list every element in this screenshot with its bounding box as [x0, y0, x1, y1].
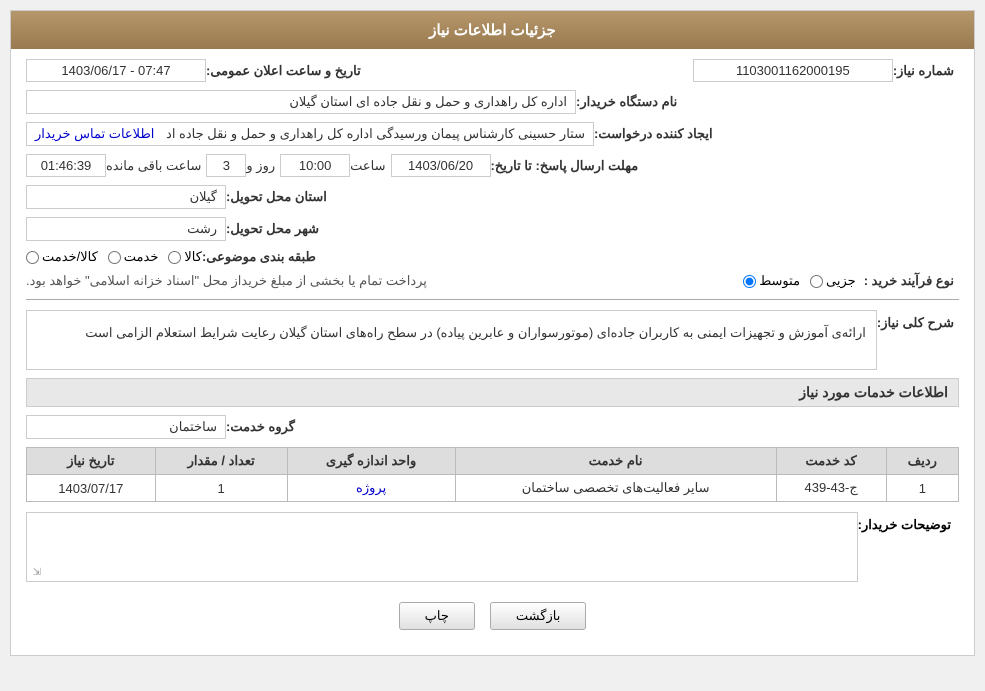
col-quantity: تعداد / مقدار	[155, 448, 287, 475]
cell-service-name: سایر فعالیت‌های تخصصی ساختمان	[455, 475, 776, 502]
city-value: رشت	[26, 217, 226, 241]
creator-value: ستار حسینی کارشناس پیمان ورسیدگی اداره ک…	[26, 122, 594, 146]
col-date: تاریخ نیاز	[27, 448, 156, 475]
category-label: طبقه بندی موضوعی:	[202, 249, 316, 265]
back-button[interactable]: بازگشت	[490, 602, 586, 630]
response-deadline-label: مهلت ارسال پاسخ: تا تاریخ:	[491, 158, 639, 174]
remaining-label: ساعت باقی مانده	[106, 158, 201, 174]
header-title: جزئیات اطلاعات نیاز	[429, 22, 556, 39]
cell-date: 1403/07/17	[27, 475, 156, 502]
col-unit: واحد اندازه گیری	[287, 448, 455, 475]
resize-handle: ⇲	[29, 567, 41, 579]
announcement-date-value: 1403/06/17 - 07:47	[26, 59, 206, 82]
cell-unit: پروژه	[287, 475, 455, 502]
purchase-jozii[interactable]: جزیی	[810, 273, 856, 289]
purchase-type-radio-group: جزیی متوسط	[743, 273, 856, 289]
province-label: استان محل تحویل:	[226, 189, 327, 205]
services-section-title: اطلاعات خدمات مورد نیاز	[26, 378, 959, 407]
remaining-time: 01:46:39	[26, 154, 106, 177]
creator-label: ایجاد کننده درخواست:	[594, 126, 713, 142]
category-kala-label: کالا	[184, 249, 202, 265]
category-kala-khedmat-label: کالا/خدمت	[42, 249, 98, 265]
purchase-jozii-label: جزیی	[826, 273, 856, 289]
response-date: 1403/06/20	[391, 154, 491, 177]
response-days: 3	[206, 154, 246, 177]
response-time: 10:00	[280, 154, 350, 177]
purchase-motavaset-label: متوسط	[759, 273, 800, 289]
buyer-notes-label: توضیحات خریدار:	[858, 517, 951, 533]
requester-org-label: نام دستگاه خریدار:	[576, 94, 677, 110]
table-row: 1ج-43-439سایر فعالیت‌های تخصصی ساختمانپر…	[27, 475, 959, 502]
page-header: جزئیات اطلاعات نیاز	[11, 11, 974, 49]
buttons-row: بازگشت چاپ	[26, 592, 959, 645]
category-khedmat[interactable]: خدمت	[108, 249, 159, 265]
col-service-name: نام خدمت	[455, 448, 776, 475]
response-time-label: ساعت	[350, 158, 385, 174]
purchase-motavaset[interactable]: متوسط	[743, 273, 800, 289]
need-number-value: 1103001162000195	[693, 59, 893, 82]
purchase-type-label: نوع فرآیند خرید :	[864, 273, 954, 289]
category-radio-group: کالا خدمت کالا/خدمت	[26, 249, 202, 265]
purchase-note: پرداخت تمام یا بخشی از مبلغ خریداز محل "…	[26, 273, 427, 289]
print-button[interactable]: چاپ	[399, 602, 475, 630]
city-label: شهر محل تحویل:	[226, 221, 319, 237]
need-description-value: ارائه‌ی آموزش و تجهیزات ایمنی به کاربران…	[26, 310, 877, 370]
announcement-date-label: تاریخ و ساعت اعلان عمومی:	[206, 63, 361, 79]
creator-name: ستار حسینی کارشناس پیمان ورسیدگی اداره ک…	[166, 126, 585, 141]
category-khedmat-label: خدمت	[124, 249, 159, 265]
col-row-num: ردیف	[886, 448, 958, 475]
province-value: گیلان	[26, 185, 226, 209]
need-description-label: شرح کلی نیاز:	[877, 315, 954, 331]
need-number-label: شماره نیاز:	[893, 63, 954, 79]
cell-row-num: 1	[886, 475, 958, 502]
service-group-value: ساختمان	[26, 415, 226, 439]
creator-contact-link[interactable]: اطلاعات تماس خریدار	[35, 126, 154, 141]
requester-org-value: اداره کل راهداری و حمل و نقل جاده ای است…	[26, 90, 576, 114]
buyer-notes-box: ⇲	[26, 512, 858, 582]
col-service-code: کد خدمت	[776, 448, 886, 475]
service-group-label: گروه خدمت:	[226, 419, 295, 435]
cell-service-code: ج-43-439	[776, 475, 886, 502]
cell-quantity: 1	[155, 475, 287, 502]
category-kala-khedmat[interactable]: کالا/خدمت	[26, 249, 98, 265]
services-table: ردیف کد خدمت نام خدمت واحد اندازه گیری ت…	[26, 447, 959, 502]
category-kala[interactable]: کالا	[168, 249, 202, 265]
response-days-label: روز و	[246, 158, 275, 174]
